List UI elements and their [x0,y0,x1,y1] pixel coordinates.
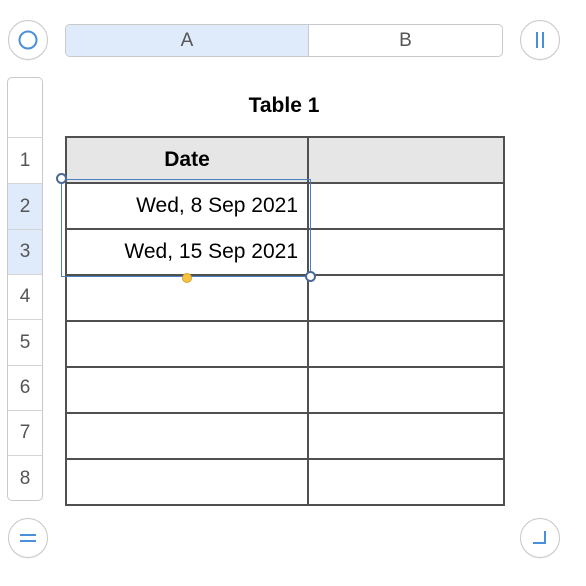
cell-a2[interactable]: Wed, 8 Sep 2021 [65,182,309,230]
cell-a7[interactable] [65,412,309,460]
row-header-6[interactable]: 6 [8,365,42,410]
table-row [65,320,505,368]
row-header-5[interactable]: 5 [8,319,42,365]
table-title[interactable]: Table 1 [65,94,503,118]
table-row: Wed, 15 Sep 2021 [65,228,505,276]
table-row [65,458,505,506]
cell-b7[interactable] [307,412,505,460]
row-header-7[interactable]: 7 [8,410,42,455]
table-row [65,412,505,460]
row-header-4[interactable]: 4 [8,274,42,319]
column-header-bar: A B [65,24,503,57]
cell-b3[interactable] [307,228,505,276]
cell-a3[interactable]: Wed, 15 Sep 2021 [65,228,309,276]
cell-b4[interactable] [307,274,505,322]
table-row [65,274,505,322]
column-header-b[interactable]: B [309,25,502,56]
selection-handle-bottom-right[interactable] [305,271,316,282]
row-header-8[interactable]: 8 [8,455,42,500]
column-header-a[interactable]: A [66,25,309,56]
cell-a6[interactable] [65,366,309,414]
row-header-2[interactable]: 2 [8,183,42,229]
cell-a8[interactable] [65,458,309,506]
resize-table-button[interactable] [520,518,560,558]
pause-bars-icon [536,32,544,48]
column-handle-button[interactable] [520,20,560,60]
cell-b6[interactable] [307,366,505,414]
cell-b2[interactable] [307,182,505,230]
row-header-title[interactable] [8,78,42,137]
cell-a5[interactable] [65,320,309,368]
select-table-button[interactable] [8,20,48,60]
equals-bars-icon [20,534,36,542]
circle-icon [18,30,38,50]
row-handle-button[interactable] [8,518,48,558]
row-header-1[interactable]: 1 [8,137,42,183]
table-row [65,366,505,414]
cell-b1[interactable] [307,136,505,184]
spreadsheet-table: Date Wed, 8 Sep 2021 Wed, 15 Sep 2021 [65,136,505,506]
cell-b5[interactable] [307,320,505,368]
cell-b8[interactable] [307,458,505,506]
table-row: Wed, 8 Sep 2021 [65,182,505,230]
row-header-3[interactable]: 3 [8,229,42,274]
cell-a1[interactable]: Date [65,136,309,184]
selection-handle-top-left[interactable] [56,173,67,184]
autofill-handle[interactable] [182,273,192,283]
header-row: Date [65,136,505,184]
corner-resize-icon [533,531,546,544]
row-header-bar: 1 2 3 4 5 6 7 8 [7,77,43,501]
